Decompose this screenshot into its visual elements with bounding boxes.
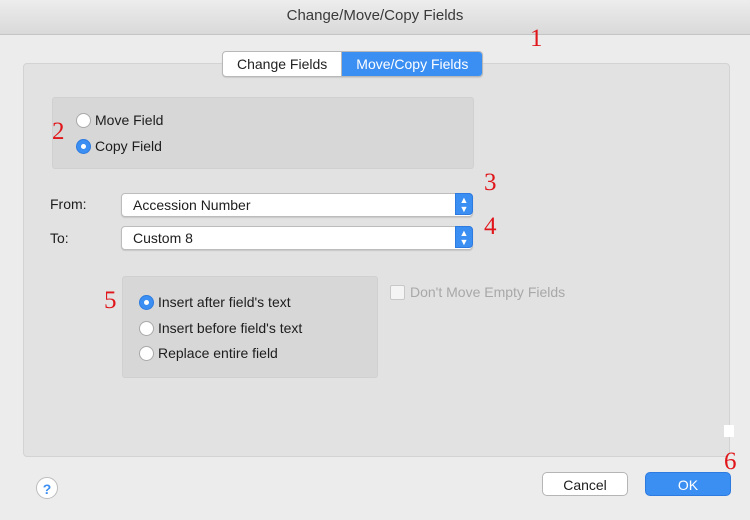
- annotation-2: 2: [52, 118, 65, 145]
- insert-before-label: Insert before field's text: [158, 320, 303, 336]
- updown-chevron-icon: ▲ ▼: [455, 193, 473, 215]
- ok-button[interactable]: OK: [645, 472, 731, 496]
- to-value: Custom 8: [133, 230, 193, 246]
- annotation-1: 1: [530, 25, 543, 52]
- radio-on-icon: [139, 294, 154, 310]
- radio-on-icon: [76, 138, 91, 154]
- insert-after-radio[interactable]: Insert after field's text: [139, 294, 291, 310]
- annotation-6: 6: [724, 448, 737, 475]
- cancel-button[interactable]: Cancel: [542, 472, 628, 496]
- to-label: To:: [50, 230, 69, 246]
- window-title: Change/Move/Copy Fields: [0, 0, 750, 35]
- dont-move-empty-label: Don't Move Empty Fields: [410, 284, 566, 300]
- to-select[interactable]: Custom 8 ▲ ▼: [121, 226, 473, 250]
- replace-field-label: Replace entire field: [158, 345, 278, 361]
- radio-off-icon: [76, 112, 91, 128]
- from-label: From:: [50, 196, 87, 212]
- checkbox-icon: [390, 284, 405, 300]
- annotation-4: 4: [484, 213, 497, 240]
- tab-move-copy-fields[interactable]: Move/Copy Fields: [342, 52, 483, 76]
- move-field-radio[interactable]: Move Field: [76, 112, 163, 128]
- mode-group: [52, 97, 474, 169]
- insert-before-radio[interactable]: Insert before field's text: [139, 320, 302, 336]
- replace-field-radio[interactable]: Replace entire field: [139, 345, 278, 361]
- updown-chevron-icon: ▲ ▼: [455, 226, 473, 248]
- copy-field-radio[interactable]: Copy Field: [76, 138, 162, 154]
- from-select[interactable]: Accession Number ▲ ▼: [121, 193, 473, 217]
- radio-off-icon: [139, 345, 154, 361]
- from-value: Accession Number: [133, 197, 251, 213]
- help-button[interactable]: ?: [36, 477, 58, 499]
- tab-bar: Change Fields Move/Copy Fields: [222, 51, 484, 77]
- insert-after-label: Insert after field's text: [158, 294, 291, 310]
- move-field-label: Move Field: [95, 112, 164, 128]
- annotation-3: 3: [484, 169, 497, 196]
- dont-move-empty-checkbox[interactable]: Don't Move Empty Fields: [390, 284, 565, 300]
- radio-off-icon: [139, 320, 154, 336]
- decorative-square: [724, 425, 734, 437]
- annotation-5: 5: [104, 287, 117, 314]
- tab-change-fields[interactable]: Change Fields: [223, 52, 343, 76]
- copy-field-label: Copy Field: [95, 138, 162, 154]
